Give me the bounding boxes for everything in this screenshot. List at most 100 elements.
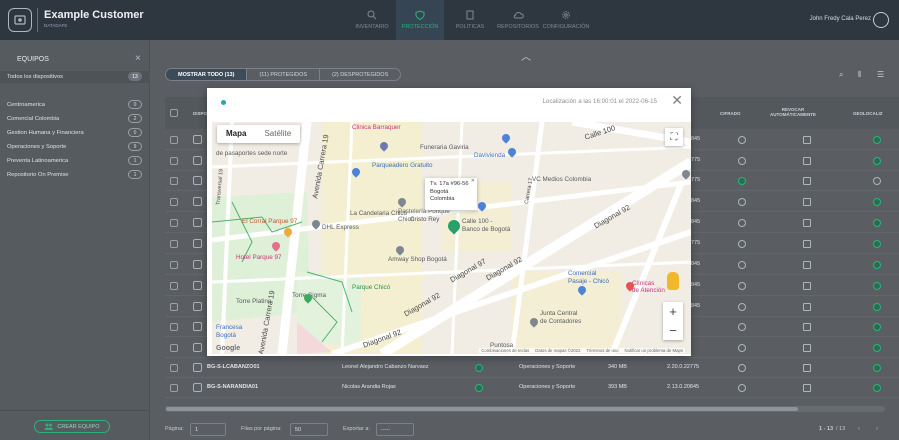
row-checkbox[interactable] [170,136,178,144]
nav-inventario[interactable]: INVENTARIO [352,0,392,40]
tab-unprotected[interactable]: (2) DESPROTEGIDOS [320,69,400,80]
sidebar-item-group[interactable]: Comercial Colombia 2 [0,113,150,125]
encryption-icon[interactable] [738,384,746,392]
device-name[interactable]: BG-S-LCABANZO01 [207,364,260,370]
revoke-icon[interactable] [803,344,811,352]
row-checkbox[interactable] [170,282,178,290]
geolocation-icon[interactable] [873,177,881,185]
row-checkbox[interactable] [170,219,178,227]
column-device[interactable]: DISPO [193,111,207,116]
street-view-pegman-icon[interactable] [667,272,679,290]
rows-per-page-select[interactable]: 50 [290,423,328,436]
encryption-icon[interactable] [738,282,746,290]
sidebar-close-icon[interactable]: × [135,53,141,64]
search-icon[interactable]: ⌕ [839,70,843,80]
page-select[interactable]: 1 [190,423,226,436]
row-checkbox[interactable] [170,261,178,269]
geolocation-icon[interactable] [873,261,881,269]
close-modal-icon[interactable]: ✕ [671,92,683,109]
encryption-icon[interactable] [738,157,746,165]
revoke-icon[interactable] [803,177,811,185]
revoke-icon[interactable] [803,384,811,392]
map-view[interactable]: Mapa Satélite ⛶ Clinica Barraquer de pas… [212,122,691,354]
scrollbar-thumb[interactable] [166,407,798,411]
zoom-out-icon[interactable]: − [669,323,677,338]
revoke-icon[interactable] [803,261,811,269]
sidebar-item-group[interactable]: Gestion Humana y Financiera 0 [0,127,150,139]
sidebar-item-group[interactable]: Operaciones y Soporte 9 [0,141,150,153]
nav-repositorios[interactable]: REPOSITORIOS [496,0,540,40]
geolocation-icon[interactable] [873,384,881,392]
revoke-icon[interactable] [803,282,811,290]
nav-politicas[interactable]: POLITICAS [452,0,488,40]
encryption-icon[interactable] [738,219,746,227]
revoke-icon[interactable] [803,136,811,144]
select-all-checkbox[interactable] [170,109,178,117]
encryption-icon[interactable] [738,323,746,331]
geolocation-icon[interactable] [873,157,881,165]
revoke-icon[interactable] [803,303,811,311]
terms-link[interactable]: Términos de uso [586,348,618,353]
export-select[interactable]: ----- [376,423,414,436]
geolocation-icon[interactable] [873,323,881,331]
user-name[interactable]: John Fredy Cala Perez [810,16,871,22]
device-name[interactable]: BG-S-NARANDIA01 [207,384,258,390]
report-problem-link[interactable]: Notificar un problema de Maps [624,348,683,353]
keyboard-shortcuts-link[interactable]: Combinaciones de teclas [481,348,529,353]
satellite-tab[interactable]: Satélite [255,125,300,143]
encryption-icon[interactable] [738,240,746,248]
tab-show-all[interactable]: MOSTRAR TODO (13) [166,69,248,80]
row-checkbox[interactable] [170,240,178,248]
columns-icon[interactable]: ⫴ [858,70,861,80]
geolocation-icon[interactable] [873,198,881,206]
row-checkbox[interactable] [170,344,178,352]
geolocation-icon[interactable] [873,344,881,352]
revoke-icon[interactable] [803,364,811,372]
collapse-chevron-icon[interactable]: ︿ [521,48,531,63]
encryption-icon[interactable] [738,303,746,311]
revoke-icon[interactable] [803,157,811,165]
row-checkbox[interactable] [170,303,178,311]
geolocation-icon[interactable] [873,282,881,290]
row-checkbox[interactable] [170,157,178,165]
row-checkbox[interactable] [170,384,178,392]
row-checkbox[interactable] [170,177,178,185]
column-revocar[interactable]: REVOCAR AUTOMÁTICAMENTE [768,107,818,117]
row-checkbox[interactable] [170,364,178,372]
encryption-icon[interactable] [738,177,746,185]
nav-configuracion[interactable]: CONFIGURACIÓN [543,0,589,40]
nav-proteccion[interactable]: PROTECCIÓN [396,0,444,40]
table-row[interactable]: BG-S-LCABANZO01 Leonel Alejandro Cabanzo… [165,358,899,378]
revoke-icon[interactable] [803,240,811,248]
horizontal-scrollbar[interactable] [165,406,885,412]
encryption-icon[interactable] [738,261,746,269]
geolocation-icon[interactable] [873,364,881,372]
revoke-icon[interactable] [803,198,811,206]
fullscreen-icon[interactable]: ⛶ [665,128,683,146]
revoke-icon[interactable] [803,219,811,227]
prev-page-icon[interactable]: ‹ [858,426,860,432]
encryption-icon[interactable] [738,198,746,206]
geolocation-icon[interactable] [873,219,881,227]
row-checkbox[interactable] [170,198,178,206]
sidebar-item-group[interactable]: Preventa Latinoamerica 1 [0,155,150,167]
sidebar-item-group[interactable]: Repositorio On Premise 1 [0,169,150,181]
popup-close-icon[interactable]: ✕ [471,178,475,186]
sidebar-item-all[interactable]: Todos los dispositivos 13 [0,71,150,83]
revoke-icon[interactable] [803,323,811,331]
zoom-in-icon[interactable]: + [669,304,677,319]
geolocation-icon[interactable] [873,136,881,144]
encryption-icon[interactable] [738,344,746,352]
encryption-icon[interactable] [738,364,746,372]
create-team-button[interactable]: CREAR EQUIPO [34,420,110,433]
tab-protected[interactable]: (11) PROTEGIDOS [247,69,321,80]
map-tab[interactable]: Mapa [217,125,255,143]
table-row[interactable]: BG-S-NARANDIA01 Nicolas Arandia Rojas Op… [165,378,899,398]
encryption-icon[interactable] [738,136,746,144]
next-page-icon[interactable]: › [876,426,878,432]
geolocation-icon[interactable] [873,303,881,311]
geolocation-icon[interactable] [873,240,881,248]
column-geolocalizacion[interactable]: GEOLOCALIZ [853,111,883,116]
filter-icon[interactable]: ☰ [877,70,884,79]
user-avatar-icon[interactable] [873,12,889,28]
